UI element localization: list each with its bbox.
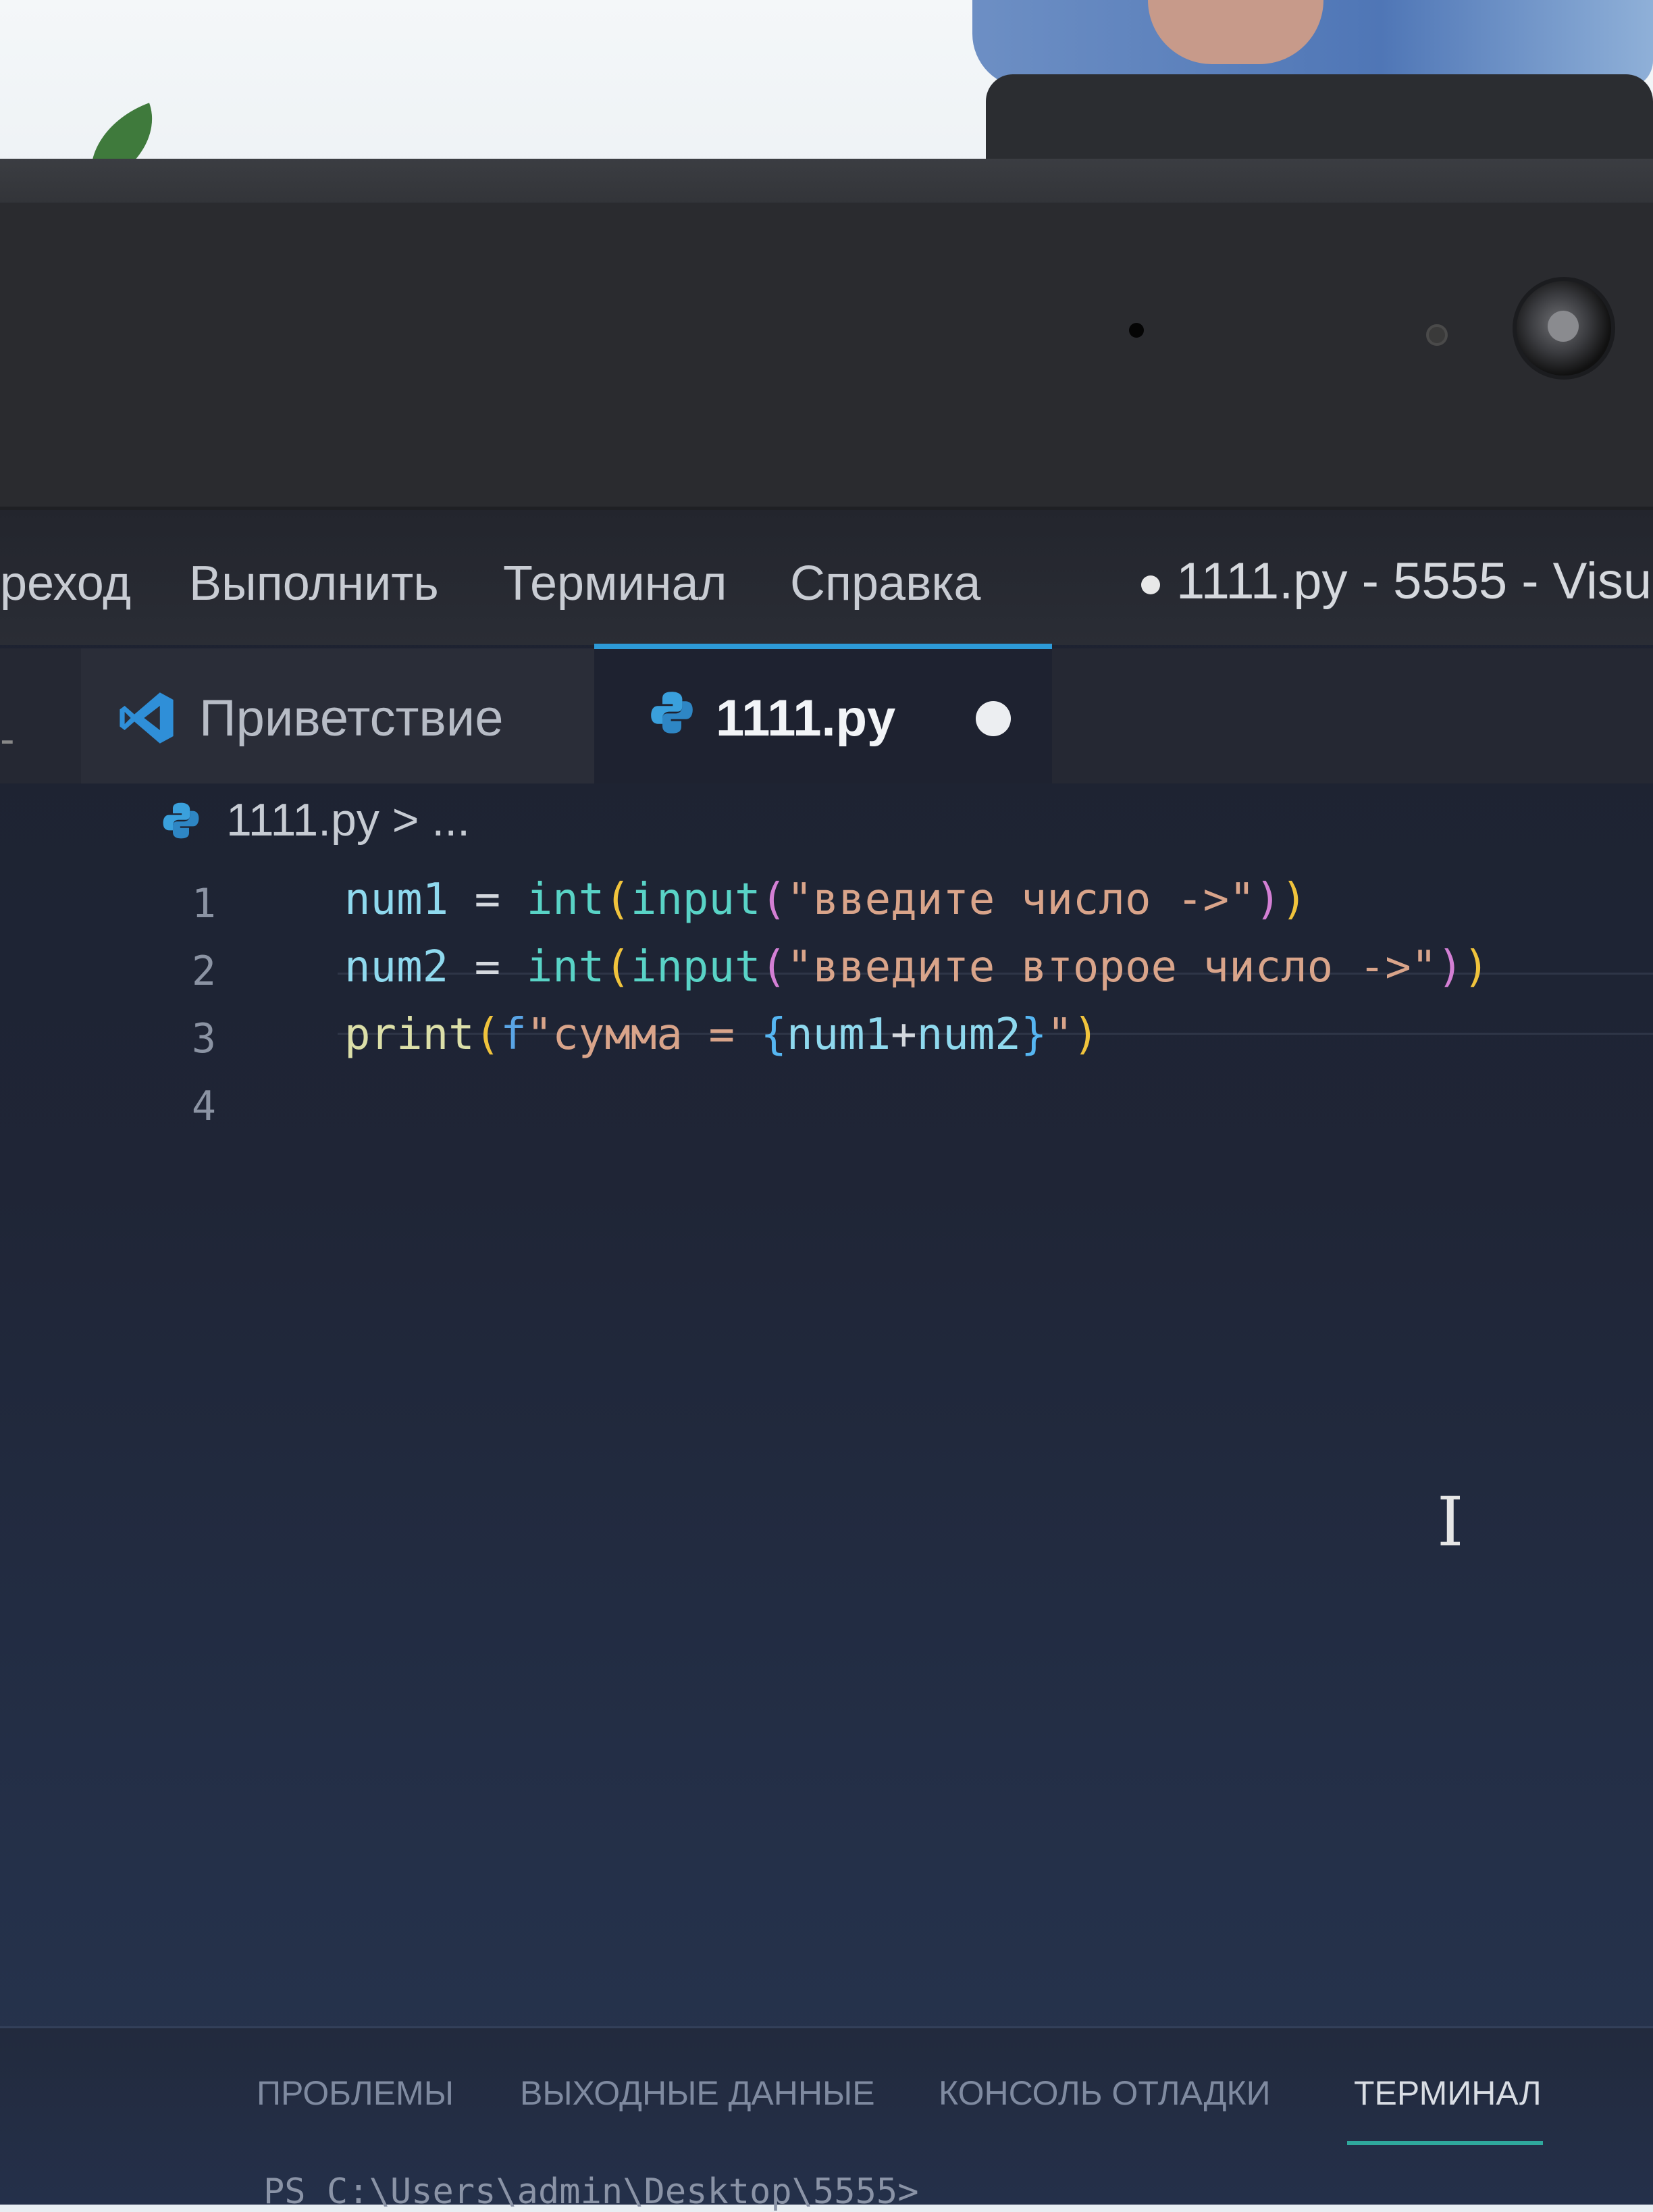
line-number: 2 xyxy=(191,948,216,995)
line-number: 3 xyxy=(191,1015,216,1062)
python-icon xyxy=(651,692,693,734)
active-tab-indicator xyxy=(594,644,1052,649)
panel-tab-terminal[interactable]: ТЕРМИНАЛ xyxy=(1354,2074,1542,2113)
tab-overflow-stub: - xyxy=(0,716,15,763)
unsaved-changes-dot-icon[interactable] xyxy=(976,701,1011,736)
menu-item-help[interactable]: Справка xyxy=(790,556,980,611)
line-number: 4 xyxy=(191,1083,216,1130)
tab-1111-py[interactable]: 1111.py xyxy=(594,648,1052,783)
webcam-lens xyxy=(1548,311,1579,342)
panel-tab-output[interactable]: ВЫХОДНЫЕ ДАННЫЕ xyxy=(520,2074,875,2113)
code-line-2[interactable]: num2 = int(input("введите второе число -… xyxy=(344,942,1489,992)
tab-welcome[interactable]: Приветствие xyxy=(81,648,594,783)
tab-welcome-label: Приветствие xyxy=(199,690,504,747)
menu-item-terminal[interactable]: Терминал xyxy=(503,556,727,611)
mouse-text-cursor-icon: I xyxy=(1437,1483,1464,1562)
breadcrumb[interactable]: 1111.py > ... xyxy=(226,794,470,846)
window-title: 1111.py - 5555 - Visua xyxy=(1141,552,1653,611)
light-sensor-icon xyxy=(1129,323,1144,338)
editor-tab-bar: - Приветствие 1111.py xyxy=(0,648,1653,783)
code-line-3[interactable]: print(f"сумма = {num1+num2}") xyxy=(344,1010,1099,1060)
panel-active-tab-indicator xyxy=(1347,2141,1543,2145)
mic-sensor-icon xyxy=(1426,324,1448,346)
menu-item-run[interactable]: Выполнить xyxy=(189,556,439,611)
unsaved-dot-icon xyxy=(1141,575,1160,594)
menu-bar: реход Выполнить Терминал Справка 1111.py… xyxy=(0,510,1653,645)
terminal-prompt[interactable]: PS C:\Users\admin\Desktop\5555> xyxy=(263,2171,919,2212)
tab-file-label: 1111.py xyxy=(716,690,896,747)
window-title-text: 1111.py - 5555 - Visua xyxy=(1176,552,1653,610)
laptop-bezel-inner xyxy=(0,203,1653,507)
panel-tab-debug-console[interactable]: КОНСОЛЬ ОТЛАДКИ xyxy=(939,2074,1271,2113)
menu-item-go[interactable]: реход xyxy=(0,556,131,611)
line-number: 1 xyxy=(191,880,216,927)
vscode-icon xyxy=(120,692,174,744)
panel-tab-problems[interactable]: ПРОБЛЕМЫ xyxy=(257,2074,454,2113)
code-line-1[interactable]: num1 = int(input("введите число ->")) xyxy=(344,875,1307,925)
breadcrumb-python-icon xyxy=(163,802,199,839)
vscode-screen: реход Выполнить Терминал Справка 1111.py… xyxy=(0,510,1653,2205)
